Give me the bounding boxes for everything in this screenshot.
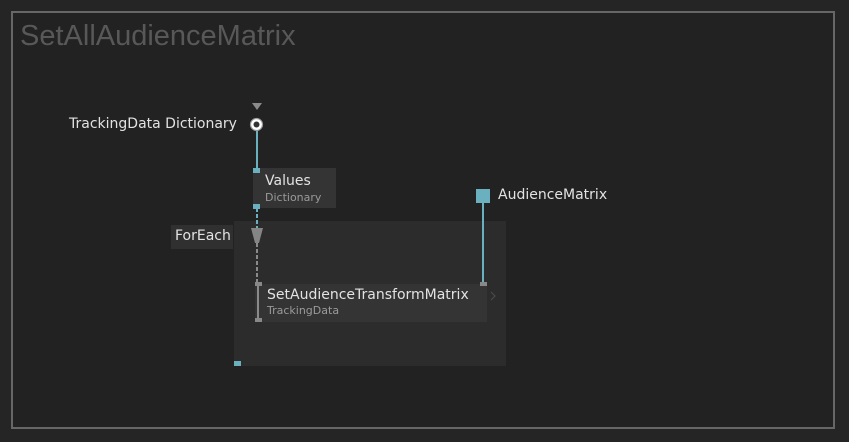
settransform-side-bar [257,286,259,318]
audience-matrix-label: AudienceMatrix [498,187,608,203]
patch-frame [11,11,835,429]
settransform-node-label: SetAudienceTransformMatrix [267,287,469,303]
audience-matrix-pad[interactable] [476,189,490,203]
values-node-sublabel: Dictionary [265,191,322,204]
settransform-node-sublabel: TrackingData [267,304,340,317]
link-input-values[interactable] [256,131,258,171]
input-pad-icon[interactable] [249,117,264,132]
tracking-input-label: TrackingData Dictionary [69,116,237,132]
settransform-output-pin[interactable] [255,318,262,322]
region-output-pin[interactable] [234,361,241,366]
link-audience-settransform[interactable] [482,203,484,284]
link-foreach-settransform[interactable] [250,243,264,285]
patch-title: SetAllAudienceMatrix [20,20,296,52]
foreach-splicer-icon [251,228,263,243]
settransform-input-pin-2[interactable] [480,282,487,286]
values-input-pin[interactable] [253,168,260,173]
link-values-foreach[interactable] [250,208,264,244]
values-node-label: Values [265,173,311,189]
input-arrow-icon [252,103,262,110]
foreach-label: ForEach [175,228,231,244]
chevron-right-icon [490,291,496,301]
